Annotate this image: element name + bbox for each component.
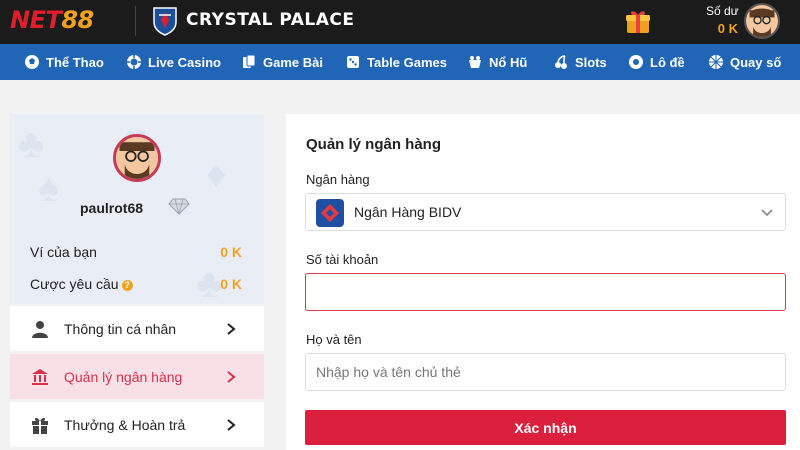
soccer-ball-icon bbox=[25, 55, 39, 69]
nav-item-quay-so[interactable]: Quay số bbox=[708, 44, 781, 80]
profile-avatar[interactable] bbox=[113, 134, 161, 182]
gift-icon[interactable] bbox=[624, 7, 652, 35]
help-icon[interactable]: ? bbox=[121, 280, 133, 291]
full-name-label: Họ và tên bbox=[306, 332, 362, 347]
main-nav: Thể Thao Live Casino Game Bài Table Game… bbox=[0, 44, 800, 80]
cherries-icon bbox=[555, 55, 567, 69]
menu-label: Quản lý ngân hàng bbox=[64, 368, 183, 385]
bidv-logo bbox=[316, 199, 344, 227]
chevron-right-icon bbox=[227, 370, 236, 383]
menu-item-rewards-rebate[interactable]: Thưởng & Hoàn trả bbox=[10, 402, 264, 447]
chevron-right-icon bbox=[227, 322, 236, 335]
diamond-vip-icon bbox=[168, 198, 190, 216]
nav-item-slots[interactable]: Slots bbox=[553, 44, 607, 80]
wager-label: Cược yêu cầu bbox=[30, 276, 119, 292]
net88-logo[interactable]: NET88 bbox=[10, 6, 94, 34]
menu-item-bank-management[interactable]: Quản lý ngân hàng bbox=[10, 354, 264, 399]
spin-wheel-icon bbox=[709, 55, 723, 69]
logo-text-net: NET bbox=[10, 6, 62, 34]
nav-label: Nổ Hũ bbox=[489, 54, 528, 70]
user-avatar-icon bbox=[746, 5, 778, 37]
jackpot-icon bbox=[469, 56, 481, 68]
user-avatar-icon bbox=[116, 137, 158, 179]
avatar[interactable] bbox=[744, 3, 780, 39]
nav-label: Thể Thao bbox=[46, 54, 104, 70]
nav-item-live-casino[interactable]: Live Casino bbox=[126, 44, 221, 80]
username: paulrot68 bbox=[80, 200, 144, 216]
logo-text-88: 88 bbox=[61, 6, 94, 34]
lottery-ball-icon bbox=[629, 55, 643, 69]
full-name-input[interactable] bbox=[305, 353, 786, 391]
gift-box-icon bbox=[32, 417, 48, 434]
selected-bank: Ngân Hàng BIDV bbox=[354, 204, 462, 220]
nav-item-table-games[interactable]: Table Games bbox=[345, 44, 447, 80]
nav-item-the-thao[interactable]: Thể Thao bbox=[24, 44, 104, 80]
wager-row: Cược yêu cầu? bbox=[30, 276, 133, 292]
account-number-input[interactable] bbox=[305, 273, 786, 311]
bank-label: Ngân hàng bbox=[306, 172, 370, 187]
chevron-down-icon bbox=[761, 209, 773, 217]
nav-label: Quay số bbox=[730, 54, 782, 70]
bank-select[interactable]: Ngân Hàng BIDV bbox=[305, 193, 786, 231]
confirm-button[interactable]: Xác nhận bbox=[305, 410, 786, 445]
user-icon bbox=[32, 320, 48, 338]
wallet-value: 0 K bbox=[220, 244, 242, 260]
diamond-suit-icon: ♦ bbox=[206, 152, 227, 196]
menu-label: Thưởng & Hoàn trả bbox=[64, 416, 186, 433]
nav-item-game-bai[interactable]: Game Bài bbox=[241, 44, 323, 80]
page-title: Quản lý ngân hàng bbox=[306, 136, 442, 153]
wager-value: 0 K bbox=[220, 276, 242, 292]
playing-cards-icon bbox=[243, 54, 256, 68]
bank-management-panel: Quản lý ngân hàng Ngân hàng Ngân Hàng BI… bbox=[286, 114, 800, 450]
balance-label: Số dư bbox=[706, 4, 739, 18]
nav-label: Game Bài bbox=[263, 54, 323, 70]
menu-item-personal-info[interactable]: Thông tin cá nhân bbox=[10, 306, 264, 351]
menu-label: Thông tin cá nhân bbox=[64, 320, 177, 337]
casino-chip-icon bbox=[127, 55, 141, 69]
balance-value: 0 K bbox=[717, 21, 738, 36]
nav-label: Live Casino bbox=[148, 54, 221, 70]
bidv-logo-icon bbox=[321, 204, 339, 222]
nav-label: Lô đề bbox=[650, 54, 685, 70]
chevron-right-icon bbox=[227, 418, 236, 431]
nav-label: Table Games bbox=[367, 54, 447, 70]
wallet-label: Ví của bạn bbox=[30, 244, 97, 260]
club-suit-icon: ♣ bbox=[18, 122, 45, 166]
partner-name: CRYSTAL PALACE bbox=[186, 10, 355, 30]
nav-item-lo-de[interactable]: Lô đề bbox=[628, 44, 685, 80]
profile-card: ♣ ♠ ♥ ♦ ♣ paulrot68 Ví của bạn 0 K Cược … bbox=[10, 114, 264, 304]
header-divider bbox=[135, 6, 136, 36]
crystal-palace-crest-icon bbox=[153, 7, 177, 36]
account-number-label: Số tài khoản bbox=[306, 252, 379, 267]
spade-suit-icon: ♠ bbox=[38, 166, 60, 210]
bank-icon bbox=[32, 368, 48, 385]
top-header: NET88 CRYSTAL PALACE Số dư 0 K bbox=[0, 0, 800, 44]
nav-item-no-hu[interactable]: Nổ Hũ bbox=[467, 44, 527, 80]
dice-icon bbox=[347, 56, 359, 68]
nav-label: Slots bbox=[575, 54, 607, 70]
